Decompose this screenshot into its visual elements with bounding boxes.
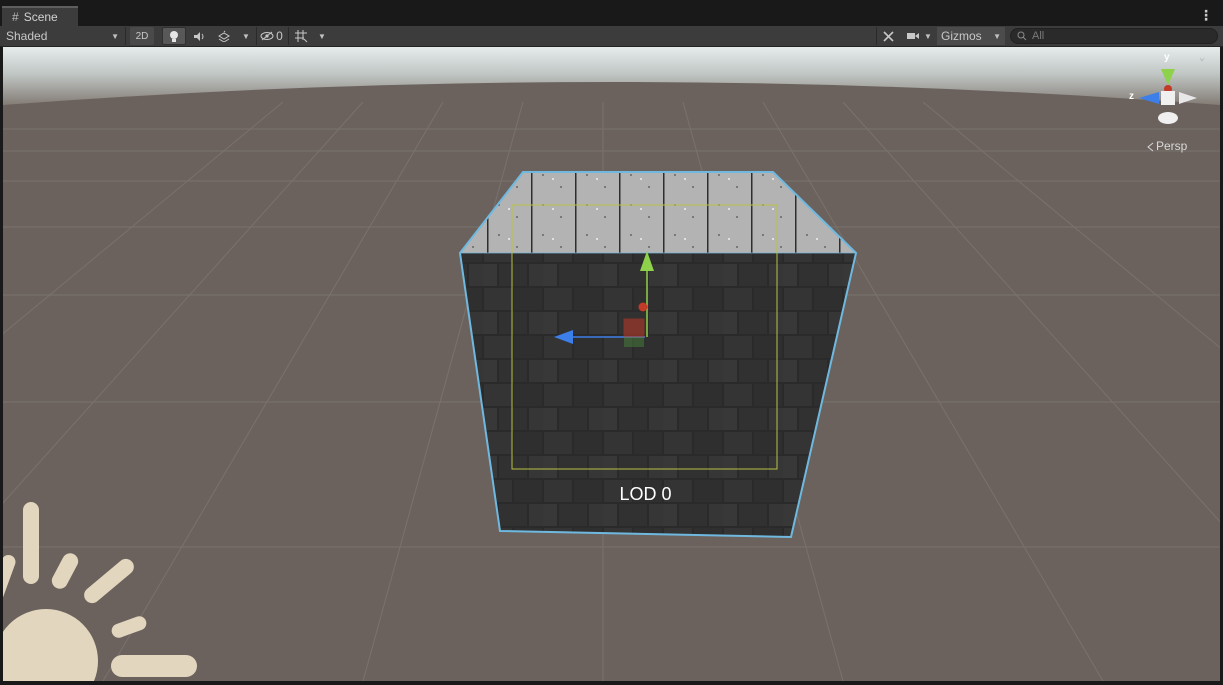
tab-scene-label: Scene (23, 10, 58, 24)
lod-label: LOD 0 (619, 484, 672, 504)
grid-snap-icon (294, 30, 307, 43)
effects-icon (217, 30, 230, 42)
grid-snap-dropdown[interactable]: ▼ (314, 27, 330, 45)
tab-scene[interactable]: # Scene (2, 6, 78, 26)
chevron-down-icon: ▼ (242, 31, 250, 41)
draw-mode-dropdown[interactable]: Shaded ▼ (0, 27, 126, 45)
grid-icon: # (12, 10, 19, 24)
tools-button[interactable] (876, 27, 900, 45)
scene-render (3, 47, 1220, 681)
scene-toolbar: Shaded ▼ 2D ▼ 0 ▼ ▼ Gizmos ▼ All (0, 26, 1223, 47)
cube-mesh[interactable] (458, 171, 858, 539)
gizmo-z-label: z (1129, 91, 1134, 102)
grid-snap-button[interactable] (288, 27, 312, 45)
gizmo-center-cube[interactable] (1161, 91, 1175, 105)
search-input[interactable]: All (1010, 28, 1218, 44)
gizmo-y-label: y (1164, 52, 1170, 63)
scene-viewport[interactable]: y z Persp LOD 0 (3, 47, 1220, 681)
toggle-2d-label: 2D (135, 30, 149, 42)
camera-icon (907, 33, 920, 39)
gizmos-label: Gizmos (941, 29, 982, 43)
tab-bar: # Scene ⋮ (0, 6, 1223, 26)
scene-visibility-button[interactable]: 0 (256, 27, 286, 45)
lighting-toggle-button[interactable] (162, 27, 186, 45)
chevron-down-icon: ▼ (924, 31, 932, 41)
draw-mode-label: Shaded (6, 29, 48, 43)
search-icon (1017, 31, 1027, 41)
chevron-down-icon: ▼ (318, 31, 326, 41)
effects-toggle-button[interactable] (213, 27, 235, 45)
effects-dropdown[interactable]: ▼ (238, 27, 254, 45)
audio-toggle-button[interactable] (188, 27, 210, 45)
viewport-border-bottom (0, 681, 1223, 685)
lightbulb-icon (170, 30, 178, 42)
toggle-2d-button[interactable]: 2D (130, 27, 154, 45)
chevron-down-icon: ▼ (993, 31, 1001, 41)
x-axis-handle[interactable] (638, 302, 648, 312)
chevron-down-icon: ▼ (111, 31, 119, 41)
gizmo-neg-y-cone[interactable] (1158, 112, 1178, 124)
gizmos-dropdown[interactable]: Gizmos ▼ (937, 27, 1005, 45)
tools-icon (883, 30, 894, 42)
search-placeholder: All (1032, 30, 1045, 42)
hidden-count: 0 (276, 29, 283, 43)
audio-icon (193, 31, 203, 41)
camera-settings-button[interactable]: ▼ (903, 27, 935, 45)
more-options-icon[interactable]: ⋮ (1199, 8, 1213, 22)
projection-label[interactable]: Persp (1156, 139, 1187, 153)
visibility-icon (260, 31, 274, 41)
